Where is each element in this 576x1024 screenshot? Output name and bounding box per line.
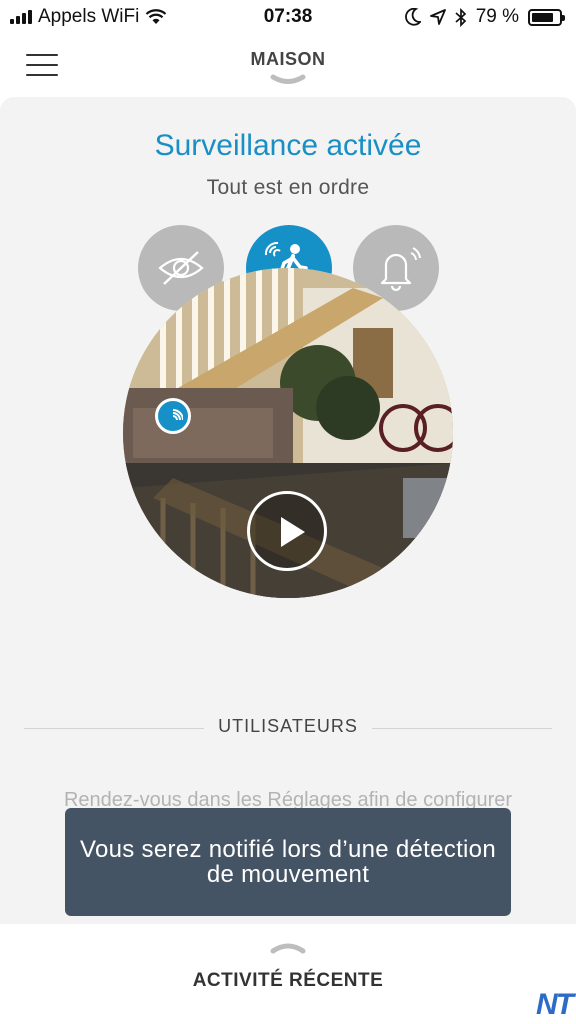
toast-message: Vous serez notifié lors d’une détection …: [80, 836, 496, 888]
moon-icon: [404, 8, 421, 26]
surveillance-status-subtitle: Tout est en ordre: [206, 176, 370, 199]
camera-motion-badge: [155, 398, 191, 434]
battery-percent: 79 %: [475, 6, 519, 27]
divider-line-right: [372, 728, 552, 729]
chevron-down-icon[interactable]: [270, 74, 306, 86]
bluetooth-icon: [455, 7, 466, 27]
app-header: MAISON: [0, 34, 576, 96]
watermark-logo: NT: [536, 988, 574, 1021]
status-right: 79 %: [404, 6, 565, 28]
recent-activity-bar[interactable]: ACTIVITÉ RÉCENTE NT: [0, 924, 576, 1024]
battery-fill: [532, 12, 553, 22]
play-button[interactable]: [247, 491, 327, 571]
battery-icon: [528, 8, 565, 26]
location-arrow-icon: [429, 9, 446, 25]
users-section-label: UTILISATEURS: [218, 716, 358, 736]
chevron-up-icon[interactable]: [270, 940, 306, 954]
motion-waves-icon: [172, 409, 183, 421]
home-title[interactable]: MAISON: [0, 49, 576, 70]
notification-toast: Vous serez notifié lors d’une détection …: [65, 808, 511, 916]
surveillance-status-title: Surveillance activée: [154, 129, 422, 162]
recent-activity-label[interactable]: ACTIVITÉ RÉCENTE: [0, 970, 576, 992]
users-section-divider: UTILISATEURS: [0, 716, 576, 740]
status-bar: Appels WiFi 07:38 79 %: [0, 0, 576, 34]
